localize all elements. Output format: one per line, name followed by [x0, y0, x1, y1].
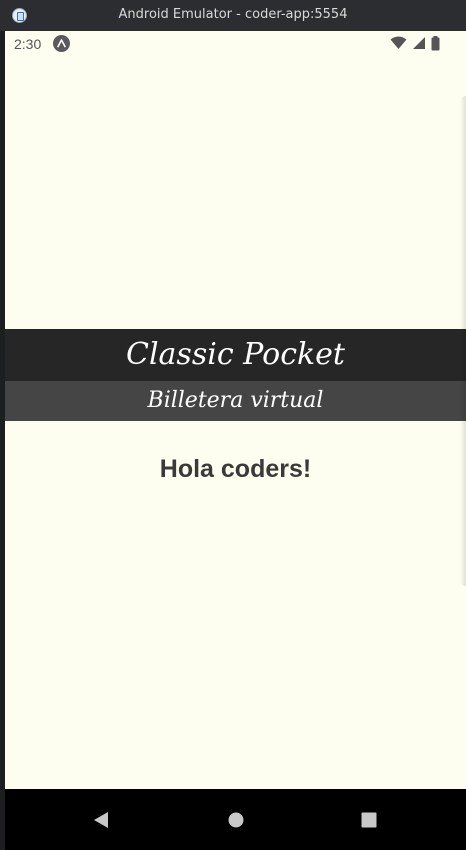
- greeting-text: Hola coders!: [159, 455, 312, 483]
- app-title: Classic Pocket: [126, 337, 345, 372]
- status-icons: [390, 36, 440, 52]
- emulator-window: Android Emulator - coder-app:5554 2:30 C…: [0, 0, 466, 850]
- app-title-bar: Classic Pocket: [5, 329, 466, 381]
- cell-signal-icon: [412, 37, 425, 49]
- recents-icon[interactable]: [359, 810, 379, 830]
- phone-screen: 2:30 Classic Pocket Billetera virtual Ho…: [5, 31, 466, 850]
- navigation-bar: [5, 789, 466, 850]
- app-subtitle: Billetera virtual: [147, 388, 324, 413]
- home-icon[interactable]: [226, 810, 246, 830]
- app-subtitle-bar: Billetera virtual: [5, 381, 466, 421]
- window-titlebar[interactable]: Android Emulator - coder-app:5554: [0, 0, 466, 31]
- status-bar: 2:30: [5, 31, 466, 57]
- back-icon[interactable]: [91, 810, 111, 830]
- window-title: Android Emulator - coder-app:5554: [118, 7, 348, 22]
- battery-icon: [431, 36, 440, 51]
- wifi-icon: [390, 36, 407, 49]
- status-time: 2:30: [14, 36, 42, 52]
- edge-drawer-handle[interactable]: [460, 96, 466, 586]
- expo-icon: [53, 35, 70, 52]
